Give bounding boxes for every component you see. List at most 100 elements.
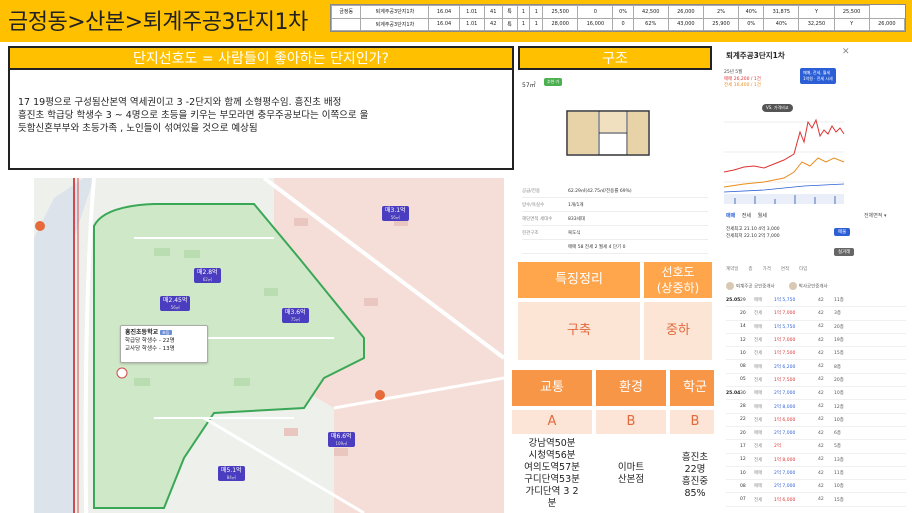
transaction-cell: 매매	[754, 324, 763, 330]
school-popup[interactable]: 흥진초등학교 초등 학급당 학생수 - 22명 교사당 학생수 - 13명	[120, 325, 208, 363]
transaction-tabs: 매매 전세 월세	[726, 212, 772, 219]
close-icon[interactable]: ✕	[842, 47, 850, 57]
lease-summary: 전세최고 21.10 4억 3,000 전세최저 22.10 2억 7,000	[726, 227, 780, 239]
strip-cell: 0	[577, 5, 614, 19]
transaction-row[interactable]: 17 전세 2억 42 5층	[726, 440, 906, 454]
transaction-row[interactable]: 12 전세 1억 8,000 42 13층	[726, 454, 906, 467]
transaction-cell: 20층	[834, 324, 844, 330]
price-pin[interactable]: 매2.45억 56㎡	[160, 296, 191, 311]
avatar	[726, 282, 734, 290]
strip-cell: 1	[529, 17, 544, 31]
transaction-cell: 전세	[754, 338, 763, 344]
transaction-row[interactable]: 12 전세 1억 7,000 42 19층	[726, 334, 906, 348]
transaction-row[interactable]: 07 전세 1억 6,000 42 15층	[726, 493, 906, 507]
strip-cell: 25,900	[702, 17, 740, 31]
transaction-cell: 2억 7,000	[774, 484, 796, 490]
transaction-row[interactable]: 05 전세 1억 7,500 42 20층	[726, 374, 906, 388]
strip-cell: 0%	[738, 17, 765, 31]
grade-detail-transport: 강남역50분 시청역56분 여의도역57분 구디단역53분 가디단역 3 2 분	[512, 436, 592, 513]
price-pin[interactable]: 매3.1억 56㎡	[382, 206, 409, 221]
price-pin[interactable]: 매5.1억 84㎡	[218, 466, 245, 481]
transaction-row[interactable]: 25.05 29 매매 1억 5,750 42 11층	[726, 294, 906, 308]
area-filter-dropdown[interactable]: 전체면적 ▾	[864, 212, 887, 219]
strip-cell: 25,500	[833, 5, 870, 19]
strip-cell: 26,000	[868, 17, 906, 31]
transaction-cell: 17	[740, 443, 746, 449]
price-chart[interactable]: 25년 5월 매매 26,200 / 1건 전세 16,400 / 1건 매매,…	[714, 62, 912, 210]
strip-cell: 0%	[612, 5, 634, 19]
strip-cell: 43,000	[667, 17, 704, 31]
strip-cell: 16,000	[577, 17, 614, 31]
strip-cell: 40%	[763, 17, 800, 31]
school-stat: 교사당 학생수 - 13명	[125, 346, 175, 352]
price-compare-button[interactable]: VS. 가격비교	[762, 104, 793, 112]
transaction-cell: 전세	[754, 377, 763, 383]
price-pin[interactable]: 매3.6억 75㎡	[282, 308, 309, 323]
grade-header-school: 학군	[670, 370, 720, 406]
transaction-cell: 29	[740, 297, 746, 303]
preference-rating-header: 선호도 (상중하)	[644, 262, 712, 298]
transaction-cell: 30	[740, 390, 746, 396]
strip-cell: 1.01	[458, 17, 485, 31]
transaction-cell: 매매	[754, 484, 763, 490]
agent-link[interactable]: 퇴계주공 공인중개사	[726, 282, 775, 290]
transaction-row[interactable]: 08 매매 2억 7,000 42 10층	[726, 480, 906, 494]
grade-environment: B	[596, 410, 666, 434]
transaction-row[interactable]: 20 매매 2억 7,000 42 6층	[726, 427, 906, 441]
structure-panel: 57㎡ 추천·가 공급/전용 62.29㎡(42.75㎡/전용률 69%) 방수/…	[518, 70, 712, 260]
strip-cell: 2%	[702, 5, 740, 19]
transaction-cell: 1억 7,500	[774, 351, 796, 357]
strip-cell: 41	[483, 5, 503, 19]
transaction-cell: 20	[740, 430, 746, 436]
transaction-cell: 2억 7,000	[774, 471, 796, 476]
price-pin[interactable]: 매2.8억 62㎡	[194, 268, 221, 283]
map-canvas	[34, 178, 504, 513]
transaction-row[interactable]: 25.04 30 매매 2억 7,000 42 10층	[726, 387, 906, 401]
transaction-cell: 42	[818, 324, 824, 330]
transaction-cell: 13층	[834, 457, 844, 463]
transaction-cell: 42	[818, 443, 824, 449]
transaction-row[interactable]: 08 매매 2억 6,200 42 8층	[726, 360, 906, 374]
feature-header: 특징정리	[518, 262, 640, 298]
transaction-cell: 1억 7,500	[774, 377, 796, 383]
transaction-header: 계약일 층 가격 면적 타입	[726, 267, 808, 272]
transaction-cell: 2억 7,000	[774, 431, 796, 437]
complex-map[interactable]	[34, 178, 504, 513]
agent-link[interactable]: 박사공인중개사	[788, 282, 828, 290]
transaction-cell: 10	[740, 350, 746, 356]
transaction-row[interactable]: 10 전세 1억 7,500 42 15층	[726, 347, 906, 361]
preference-header: 단지선호도 = 사람들이 좋아하는 단지인가?	[8, 46, 514, 70]
preference-line: 흥진초 학급당 학생수 3 ~ 4명으로 초등을 키우는 부모라면 충무주공보다…	[18, 110, 369, 121]
transaction-cell: 42	[818, 377, 824, 383]
transaction-row[interactable]: 28 매매 2억 8,000 42 12층	[726, 400, 906, 414]
transaction-cell: 42	[818, 297, 824, 303]
transaction-cell: 전세	[754, 311, 763, 317]
transaction-cell: 1억 6,000	[774, 497, 796, 503]
area-label[interactable]: 57㎡	[522, 80, 536, 89]
strip-cell: 28,000	[542, 17, 579, 31]
spec-row: 공급/전용 62.29㎡(42.75㎡/전용률 69%)	[522, 184, 708, 198]
transaction-cell: 전세	[754, 417, 763, 423]
school-name: 흥진초등학교	[125, 329, 159, 336]
strip-row: 퇴계주공3단지1차 16.04 1.01 42 특 1 1 28,000 16,000 0 62% 4…	[330, 17, 906, 31]
strip-cell: 1	[516, 5, 531, 19]
transaction-row[interactable]: 20 전세 1억 7,000 42 3층	[726, 307, 906, 321]
transaction-cell: 전세	[754, 457, 763, 463]
price-pin[interactable]: 매6.6억 109㎡	[328, 432, 355, 447]
strip-row: 금정동 퇴계주공3단지1차 16.04 1.01 41 특 1 1 25,500 0 0% 42,50…	[330, 5, 905, 19]
transaction-cell: 42	[818, 417, 824, 423]
transaction-row[interactable]: 22 전세 1억 6,000 42 10층	[726, 414, 906, 427]
apartment-panel: 퇴계주공3단지1차 ✕ 25년 5월 매매 26,200 / 1건 전세 16,…	[714, 44, 912, 513]
tab-trade[interactable]: 매매	[726, 213, 735, 219]
transaction-row[interactable]: 10 매매 2억 7,000 42 11층	[726, 467, 906, 481]
transaction-row[interactable]: 14 매매 1억 5,750 42 20층	[726, 321, 906, 334]
actual-trade-button[interactable]: 실거래	[834, 248, 855, 256]
tab-lease[interactable]: 전세	[742, 213, 751, 219]
transaction-cell: 2억	[774, 444, 782, 450]
listing-button[interactable]: 매물	[834, 228, 851, 236]
transaction-cell: 1억 5,750	[774, 324, 796, 330]
tab-monthly[interactable]: 월세	[758, 213, 767, 219]
transaction-cell: 20	[740, 310, 746, 316]
transaction-cell: 42	[818, 337, 824, 343]
chart-legend-button[interactable]: 매매, 전세, 월세 1억원 · 전세 시세	[800, 68, 836, 84]
